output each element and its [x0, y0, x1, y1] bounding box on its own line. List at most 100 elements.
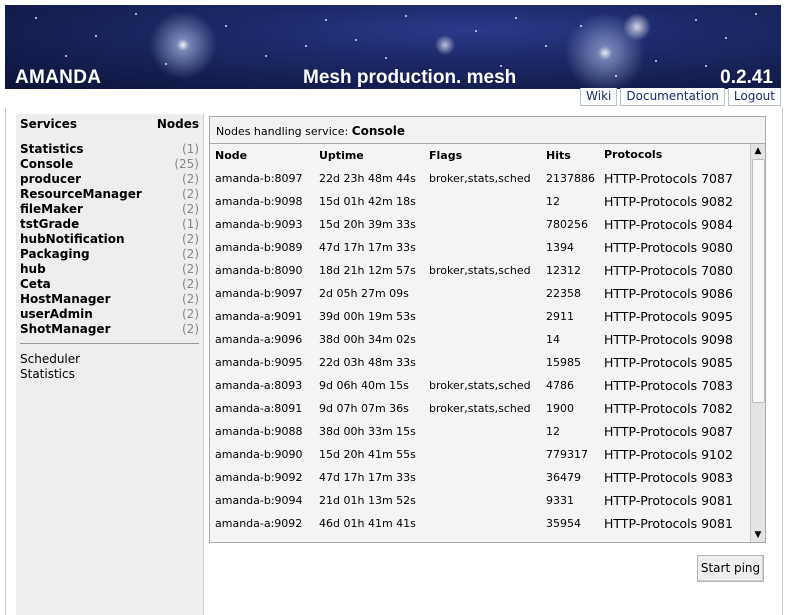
scheduler-link[interactable]: Scheduler — [20, 352, 80, 367]
table-row[interactable]: amanda-a:9092 46d 01h 41m 41s 35954 HTTP-Pr… — [210, 512, 750, 535]
uptime-cell: 39d 00h 19m 53s — [319, 310, 416, 323]
service-item[interactable]: Packaging (2) — [20, 247, 199, 262]
service-item[interactable]: userAdmin (2) — [20, 307, 199, 322]
service-node-count: (1) — [182, 142, 199, 156]
star-decoration — [95, 35, 97, 37]
table-row[interactable]: amanda-b:9093 15d 20h 39m 33s 780256 HTTP-P… — [210, 213, 750, 236]
service-item[interactable]: ShotManager (2) — [20, 322, 199, 337]
star-decoration — [385, 57, 387, 59]
table-row[interactable]: amanda-a:9091 39d 00h 19m 53s 2911 HTTP-Pro… — [210, 305, 750, 328]
protocols-cell: HTTP-Protocols 9082 — [604, 194, 733, 209]
protocols-cell: HTTP-Protocols 9098 — [604, 332, 733, 347]
table-row[interactable]: amanda-b:9097 2d 05h 27m 09s 22358 HTTP-Pro… — [210, 282, 750, 305]
uptime-cell: 15d 20h 39m 33s — [319, 218, 416, 231]
star-decoration — [755, 13, 757, 15]
uptime-cell: 15d 20h 41m 55s — [319, 448, 416, 461]
service-item[interactable]: Ceta (2) — [20, 277, 199, 292]
protocols-cell: HTTP-Protocols 9095 — [604, 309, 733, 324]
uptime-cell: 47d 17h 17m 33s — [319, 471, 416, 484]
star-decoration — [475, 30, 477, 32]
table-row[interactable]: amanda-a:8093 9d 06h 40m 15s broker,stats,… — [210, 374, 750, 397]
panel-title-prefix: Nodes handling service: — [216, 125, 349, 138]
node-cell: amanda-b:8097 — [215, 172, 303, 185]
uptime-cell: 46d 01h 41m 41s — [319, 517, 416, 530]
service-item[interactable]: tstGrade (1) — [20, 217, 199, 232]
app-version: 0.2.41 — [720, 67, 773, 88]
statistics-link[interactable]: Statistics — [20, 367, 80, 382]
protocols-cell: HTTP-Protocols 9080 — [604, 240, 733, 255]
col-header-node: Node — [215, 149, 248, 162]
node-cell: amanda-b:9098 — [215, 195, 303, 208]
service-node-count: (25) — [174, 157, 199, 171]
hits-cell: 12312 — [546, 264, 581, 277]
service-node-count: (2) — [182, 232, 199, 246]
start-ping-button[interactable]: Start ping — [697, 555, 764, 582]
service-item[interactable]: HostManager (2) — [20, 292, 199, 307]
service-name: ResourceManager — [20, 187, 142, 201]
service-name: Packaging — [20, 247, 90, 261]
service-name: tstGrade — [20, 217, 80, 231]
node-cell: amanda-b:9095 — [215, 356, 303, 369]
table-scrollbar[interactable]: ▲ ▼ — [750, 144, 765, 542]
service-name: ShotManager — [20, 322, 111, 336]
service-name: Console — [20, 157, 74, 171]
sidebar-header: Services Nodes — [20, 117, 199, 131]
table-row[interactable]: amanda-a:9096 38d 00h 34m 02s 14 HTTP-Proto… — [210, 328, 750, 351]
table-row[interactable]: amanda-b:8090 18d 21h 12m 57s broker,stats… — [210, 259, 750, 282]
protocols-cell: HTTP-Protocols 9081 — [604, 516, 733, 531]
hits-cell: 1900 — [546, 402, 574, 415]
table-row[interactable]: amanda-a:8091 9d 07h 07m 36s broker,stats,… — [210, 397, 750, 420]
table-row[interactable]: amanda-b:9094 21d 01h 13m 52s 9331 HTTP-Pro… — [210, 489, 750, 512]
service-item[interactable]: producer (2) — [20, 172, 199, 187]
scrollbar-thumb[interactable] — [752, 159, 765, 403]
scroll-up-arrow-icon[interactable]: ▲ — [752, 145, 764, 157]
node-cell: amanda-b:9092 — [215, 471, 303, 484]
hits-cell: 35954 — [546, 517, 581, 530]
header-banner: AMANDA Mesh production. mesh 0.2.41 — [5, 5, 781, 89]
star-decoration — [515, 17, 517, 19]
nodes-panel-header: Nodes handling service: Console — [209, 116, 766, 144]
uptime-cell: 22d 03h 48m 33s — [319, 356, 416, 369]
wiki-link[interactable]: Wiki — [580, 88, 618, 106]
node-cell: amanda-a:8091 — [215, 402, 303, 415]
table-row[interactable]: amanda-b:9090 15d 20h 41m 55s 779317 HTTP-P… — [210, 443, 750, 466]
col-header-protocols: Protocols — [604, 148, 663, 161]
service-item[interactable]: hubNotification (2) — [20, 232, 199, 247]
table-row[interactable]: amanda-b:9098 15d 01h 42m 18s 12 HTTP-Proto… — [210, 190, 750, 213]
service-node-count: (2) — [182, 262, 199, 276]
logout-link[interactable]: Logout — [727, 88, 781, 106]
service-item[interactable]: Statistics (1) — [20, 142, 199, 157]
protocols-cell: HTTP-Protocols 9086 — [604, 286, 733, 301]
scroll-down-arrow-icon[interactable]: ▼ — [752, 529, 764, 541]
table-row[interactable]: amanda-b:9089 47d 17h 17m 33s 1394 HTTP-Pro… — [210, 236, 750, 259]
protocols-cell: HTTP-Protocols 7080 — [604, 263, 733, 278]
uptime-cell: 15d 01h 42m 18s — [319, 195, 416, 208]
service-node-count: (2) — [182, 202, 199, 216]
service-item[interactable]: hub (2) — [20, 262, 199, 277]
table-row[interactable]: amanda-b:9088 38d 00h 33m 15s 12 HTTP-Proto… — [210, 420, 750, 443]
star-decoration — [655, 60, 657, 62]
service-item[interactable]: Console (25) — [20, 157, 199, 172]
service-name: HostManager — [20, 292, 111, 306]
panel-title: Nodes handling service: Console — [216, 124, 405, 138]
hits-cell: 4786 — [546, 379, 574, 392]
service-item[interactable]: fileMaker (2) — [20, 202, 199, 217]
protocols-cell: HTTP-Protocols 7087 — [604, 171, 733, 186]
uptime-cell: 18d 21h 12m 57s — [319, 264, 416, 277]
protocols-cell: HTTP-Protocols 9083 — [604, 470, 733, 485]
hits-cell: 2137886 — [546, 172, 595, 185]
protocols-cell: HTTP-Protocols 9085 — [604, 355, 733, 370]
service-item[interactable]: ResourceManager (2) — [20, 187, 199, 202]
hits-cell: 780256 — [546, 218, 588, 231]
uptime-cell: 21d 01h 13m 52s — [319, 494, 416, 507]
table-row[interactable]: amanda-b:9095 22d 03h 48m 33s 15985 HTTP-Pr… — [210, 351, 750, 374]
documentation-link[interactable]: Documentation — [620, 88, 725, 106]
star-decoration — [325, 19, 327, 21]
service-name: producer — [20, 172, 82, 186]
table-row[interactable]: amanda-b:8097 22d 23h 48m 44s broker,stats… — [210, 167, 750, 190]
hits-cell: 12 — [546, 425, 560, 438]
nodes-column-label: Nodes — [156, 117, 199, 131]
table-row[interactable]: amanda-b:9092 47d 17h 17m 33s 36479 HTTP-Pr… — [210, 466, 750, 489]
protocols-cell: HTTP-Protocols 9081 — [604, 493, 733, 508]
star-decoration — [580, 25, 582, 27]
